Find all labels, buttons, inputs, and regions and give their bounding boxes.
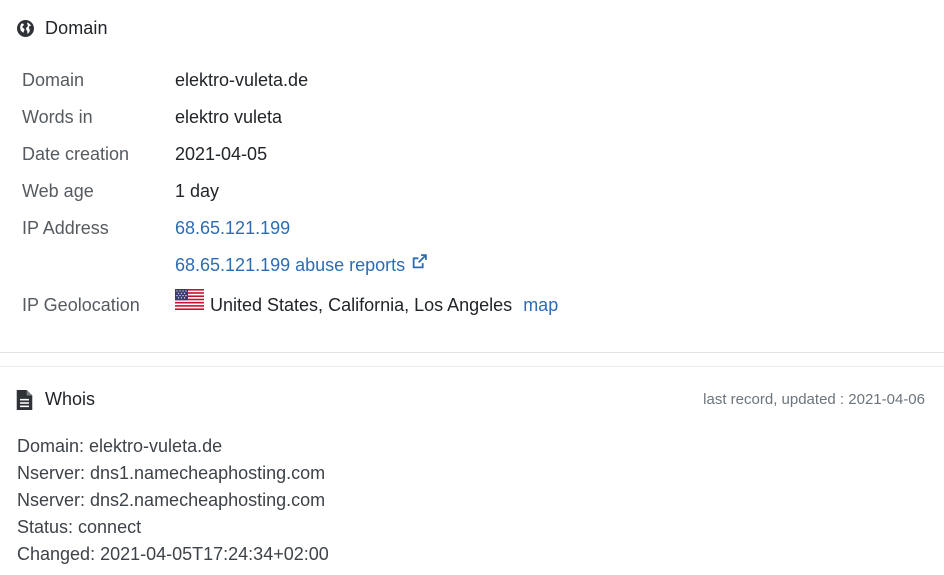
section-divider xyxy=(0,353,944,367)
whois-line: Changed: 2021-04-05T17:24:34+02:00 xyxy=(17,544,329,564)
domain-panel-header: Domain xyxy=(16,18,108,39)
ip-address-label: IP Address xyxy=(22,218,109,238)
abuse-reports-text[interactable]: 68.65.121.199 abuse reports xyxy=(175,255,405,275)
abuse-reports-link[interactable]: 68.65.121.199 abuse reports xyxy=(175,247,428,285)
whois-line: Status: connect xyxy=(17,517,142,537)
whois-line: Domain: elektro-vuleta.de xyxy=(17,436,223,456)
web-age-label: Web age xyxy=(22,181,94,201)
document-icon xyxy=(16,389,34,410)
whois-panel-header: Whois xyxy=(16,389,95,410)
whois-record: Domain: elektro-vuleta.de Nserver: dns1.… xyxy=(17,433,329,568)
web-age-value: 1 day xyxy=(175,181,220,201)
domain-label: Domain xyxy=(22,70,85,90)
whois-line: Nserver: dns2.namecheaphosting.com xyxy=(17,490,326,510)
date-creation-label: Date creation xyxy=(22,144,130,164)
map-link[interactable]: map xyxy=(523,295,558,315)
whois-updated-note: last record, updated : 2021-04-06 xyxy=(703,391,925,408)
domain-panel: Domain Domain elektro-vuleta.de Words in… xyxy=(0,0,944,353)
date-creation-value: 2021-04-05 xyxy=(175,144,268,164)
whois-panel: Whois last record, updated : 2021-04-06 … xyxy=(0,367,944,575)
whois-panel-title: Whois xyxy=(45,389,96,409)
domain-value: elektro-vuleta.de xyxy=(175,70,309,90)
globe-icon xyxy=(16,20,34,38)
ip-geolocation-label: IP Geolocation xyxy=(22,295,140,315)
whois-line: Nserver: dns1.namecheaphosting.com xyxy=(17,463,326,483)
words-in-label: Words in xyxy=(22,107,93,127)
us-flag-icon xyxy=(175,283,204,325)
words-in-value: elektro vuleta xyxy=(175,107,283,127)
ip-address-link[interactable]: 68.65.121.199 xyxy=(175,210,290,247)
geolocation-text: United States, California, Los Angeles xyxy=(210,295,513,315)
domain-panel-title: Domain xyxy=(45,18,108,38)
external-link-icon[interactable] xyxy=(411,246,428,283)
ip-geolocation-value: United States, California, Los Angeles ma… xyxy=(175,284,558,327)
